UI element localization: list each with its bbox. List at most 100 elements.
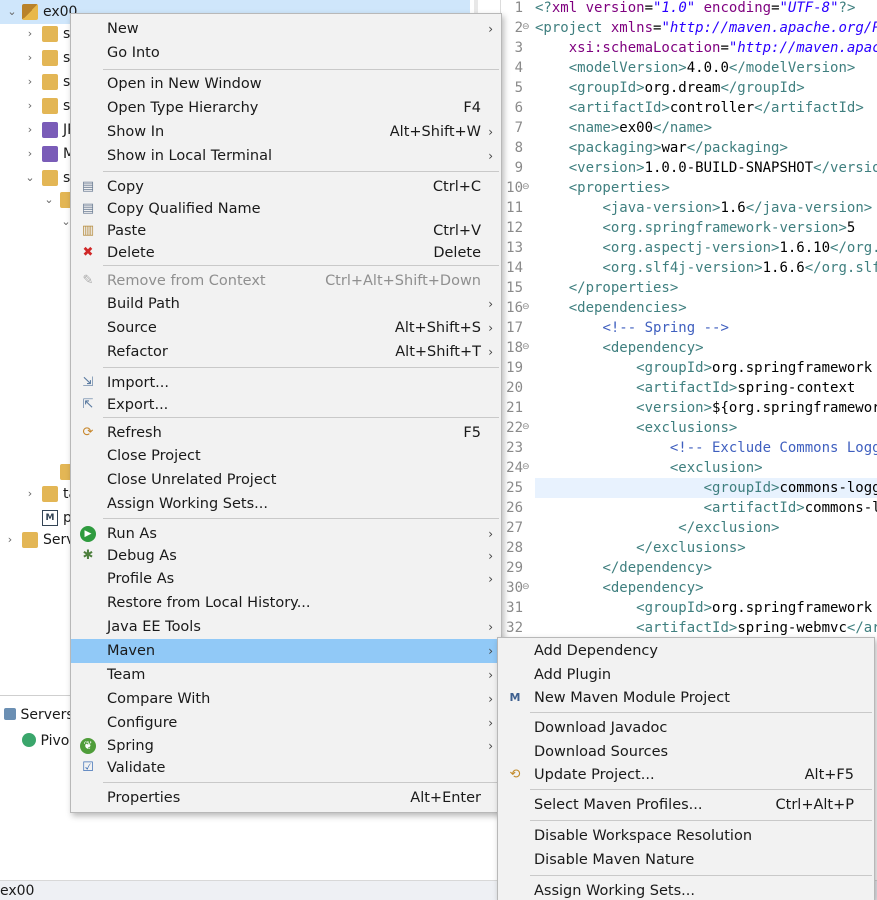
menu-separator (103, 171, 499, 172)
server-item[interactable]: Pivo (22, 730, 69, 752)
menu-item-open-type-hierarchy[interactable]: Open Type Hierarchy F4 (71, 96, 501, 120)
menu-item-select-maven-profiles[interactable]: Select Maven Profiles... Ctrl+Alt+P (498, 793, 874, 817)
chevron-right-icon[interactable]: › (24, 482, 36, 506)
chevron-right-icon[interactable]: › (24, 46, 36, 70)
menu-item-download-javadoc[interactable]: Download Javadoc (498, 716, 874, 740)
menu-item-go-into[interactable]: Go Into (71, 41, 501, 65)
menu-item-label: Maven (107, 643, 156, 659)
menu-item-validate[interactable]: ☑ Validate (71, 756, 501, 780)
chevron-down-icon[interactable]: ⌄ (6, 0, 18, 24)
menu-item-add-dependency[interactable]: Add Dependency (498, 639, 874, 663)
validate-check-icon: ☑ (82, 760, 94, 775)
fold-toggle-icon[interactable]: ⊖ (522, 22, 530, 32)
code-token: <org.slf4j-version> (602, 260, 763, 276)
menu-item-disable-workspace-resolution[interactable]: Disable Workspace Resolution (498, 824, 874, 848)
menu-item-profile-as[interactable]: Profile As › (71, 567, 501, 591)
menu-item-refactor[interactable]: Refactor Alt+Shift+T › (71, 340, 501, 364)
chevron-down-icon[interactable]: ⌄ (43, 188, 55, 212)
line-number: 8 (514, 140, 523, 156)
chevron-right-icon[interactable]: › (24, 70, 36, 94)
copy-qualified-icon: ▤ (81, 201, 95, 216)
code-token: "http://maven.apache.org/POM/4.0.0" (661, 20, 877, 36)
tab-servers[interactable]: Servers (0, 704, 74, 726)
code-line: </properties> (535, 278, 877, 298)
menu-item-paste[interactable]: ▥ Paste Ctrl+V (71, 219, 501, 243)
menu-item-build-path[interactable]: Build Path › (71, 292, 501, 316)
chevron-right-icon[interactable]: › (4, 528, 16, 552)
chevron-down-icon[interactable]: ⌄ (24, 166, 36, 190)
menu-separator (530, 820, 872, 821)
menu-item-run-as[interactable]: ▶ Run As › (71, 522, 501, 546)
pivotal-server-icon (22, 733, 36, 747)
code-token: org.springframework (712, 360, 873, 376)
menu-item-spring[interactable]: ❦ Spring › (71, 734, 501, 758)
line-number: 13 (506, 240, 523, 256)
code-line: <project xmlns="http://maven.apache.org/… (535, 18, 877, 38)
menu-item-download-sources[interactable]: Download Sources (498, 740, 874, 764)
submenu-arrow-icon: › (488, 22, 493, 36)
remove-context-icon: ✎ (82, 273, 94, 288)
code-line: <exclusion> (535, 458, 877, 478)
menu-item-new-maven-module-project[interactable]: M New Maven Module Project (498, 686, 874, 710)
code-token: <groupId> (568, 80, 645, 96)
fold-toggle-icon[interactable]: ⊖ (522, 582, 530, 592)
code-token: <exclusion> (669, 460, 763, 476)
code-token: </modelVersion> (728, 60, 856, 76)
chevron-right-icon[interactable]: › (24, 118, 36, 142)
fold-toggle-icon[interactable]: ⊖ (522, 462, 530, 472)
fold-toggle-icon[interactable]: ⊖ (522, 302, 530, 312)
menu-item-export[interactable]: ⇱ Export... (71, 393, 501, 417)
menu-item-debug-as[interactable]: ✱ Debug As › (71, 544, 501, 568)
menu-item-label: Assign Working Sets... (534, 883, 696, 899)
menu-item-label: Configure (107, 715, 178, 731)
menu-item-refresh[interactable]: ⟳ Refresh F5 (71, 421, 501, 445)
menu-item-add-plugin[interactable]: Add Plugin (498, 663, 874, 687)
menu-item-copy[interactable]: ▤ Copy Ctrl+C (71, 175, 501, 199)
line-number: 32 (506, 620, 523, 636)
menu-item-close-project[interactable]: Close Project (71, 444, 501, 468)
shortcut-label: Ctrl+V (433, 223, 481, 239)
menu-item-configure[interactable]: Configure › (71, 711, 501, 735)
fold-toggle-icon[interactable]: ⊖ (522, 422, 530, 432)
chevron-right-icon[interactable]: › (24, 22, 36, 46)
menu-item-properties[interactable]: Properties Alt+Enter (71, 786, 501, 810)
menu-item-source[interactable]: Source Alt+Shift+S › (71, 316, 501, 340)
code-line: </exclusions> (535, 538, 877, 558)
menu-separator (530, 789, 872, 790)
source-folder-icon (42, 74, 58, 90)
menu-item-compare-with[interactable]: Compare With › (71, 687, 501, 711)
menu-item-show-in-local-terminal[interactable]: Show in Local Terminal › (71, 144, 501, 168)
shortcut-label: Alt+Shift+T (395, 344, 481, 360)
line-number: 27 (506, 520, 523, 536)
menu-item-java-ee-tools[interactable]: Java EE Tools › (71, 615, 501, 639)
library-icon (42, 146, 58, 162)
menu-item-disable-maven-nature[interactable]: Disable Maven Nature (498, 848, 874, 872)
code-token: version (585, 0, 645, 16)
menu-item-assign-working-sets[interactable]: Assign Working Sets... (71, 492, 501, 516)
menu-item-restore-from-local-history[interactable]: Restore from Local History... (71, 591, 501, 615)
menu-item-delete[interactable]: ✖ Delete Delete (71, 241, 501, 265)
menu-item-open-in-new-window[interactable]: Open in New Window (71, 72, 501, 96)
menu-item-copy-qualified-name[interactable]: ▤ Copy Qualified Name (71, 197, 501, 221)
menu-item-import[interactable]: ⇲ Import... (71, 371, 501, 395)
fold-toggle-icon[interactable]: ⊖ (522, 182, 530, 192)
menu-item-new[interactable]: New › (71, 17, 501, 41)
menu-item-close-unrelated-project[interactable]: Close Unrelated Project (71, 468, 501, 492)
line-number: 5 (514, 80, 523, 96)
chevron-right-icon[interactable]: › (24, 142, 36, 166)
menu-item-show-in[interactable]: Show In Alt+Shift+W › (71, 120, 501, 144)
code-line: <org.springframework-version>5 (535, 218, 877, 238)
fold-toggle-icon[interactable]: ⊖ (522, 342, 530, 352)
menu-item-assign-working-sets[interactable]: Assign Working Sets... (498, 879, 874, 900)
menu-item-update-project[interactable]: ⟲ Update Project... Alt+F5 (498, 763, 874, 787)
code-token: <groupId> (636, 360, 713, 376)
chevron-right-icon[interactable]: › (24, 94, 36, 118)
menu-item-maven[interactable]: Maven › (71, 639, 501, 663)
code-token: <properties> (568, 180, 670, 196)
menu-item-team[interactable]: Team › (71, 663, 501, 687)
